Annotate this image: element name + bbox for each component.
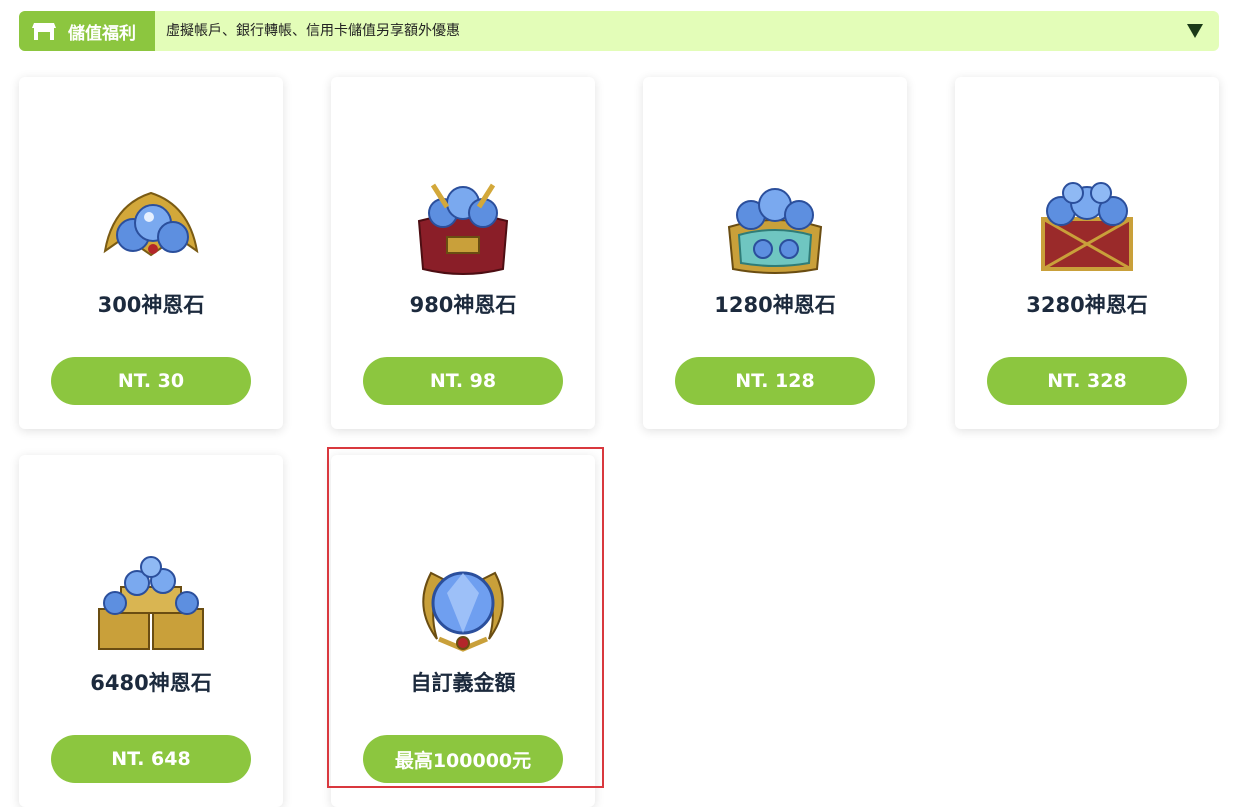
custom-amount-button[interactable]: 最高100000元 — [363, 735, 563, 783]
product-card[interactable]: 3280神恩石 NT. 328 — [955, 77, 1219, 429]
triangle-down-icon[interactable] — [1187, 24, 1203, 38]
gem-single-icon — [422, 571, 504, 652]
product-name: 自訂義金額 — [410, 671, 516, 695]
product-card[interactable]: 6480神恩石 NT. 648 — [19, 455, 283, 807]
promo-tag-label: 儲值福利 — [68, 23, 136, 44]
price-button[interactable]: NT. 648 — [51, 735, 251, 783]
price-button[interactable]: NT. 128 — [675, 357, 875, 405]
product-card[interactable]: 300神恩石 NT. 30 — [19, 77, 283, 429]
product-name: 6480神恩石 — [90, 671, 212, 695]
product-card[interactable]: 1280神恩石 NT. 128 — [643, 77, 907, 429]
gem-bag-icon — [417, 183, 509, 275]
price-button[interactable]: NT. 328 — [987, 357, 1187, 405]
product-name: 980神恩石 — [409, 293, 517, 317]
price-button[interactable]: NT. 98 — [363, 357, 563, 405]
product-name: 1280神恩石 — [714, 293, 836, 317]
price-button[interactable]: NT. 30 — [51, 357, 251, 405]
promo-tag: 儲值福利 — [19, 11, 155, 51]
product-name: 300神恩石 — [97, 293, 205, 317]
product-card[interactable]: 自訂義金額 最高100000元 — [331, 455, 595, 807]
promo-text: 虛擬帳戶、銀行轉帳、信用卡儲值另享額外優惠 — [166, 23, 460, 39]
product-name: 3280神恩石 — [1026, 293, 1148, 317]
store-icon — [32, 23, 56, 40]
gem-small-pile-icon — [103, 191, 199, 257]
promo-banner[interactable]: 儲值福利 虛擬帳戶、銀行轉帳、信用卡儲值另享額外優惠 — [19, 11, 1219, 51]
gem-ornate-bag-icon — [727, 188, 823, 274]
gem-chest-icon — [1041, 182, 1133, 271]
gem-chests-icon — [98, 556, 204, 650]
product-card[interactable]: 980神恩石 NT. 98 — [331, 77, 595, 429]
